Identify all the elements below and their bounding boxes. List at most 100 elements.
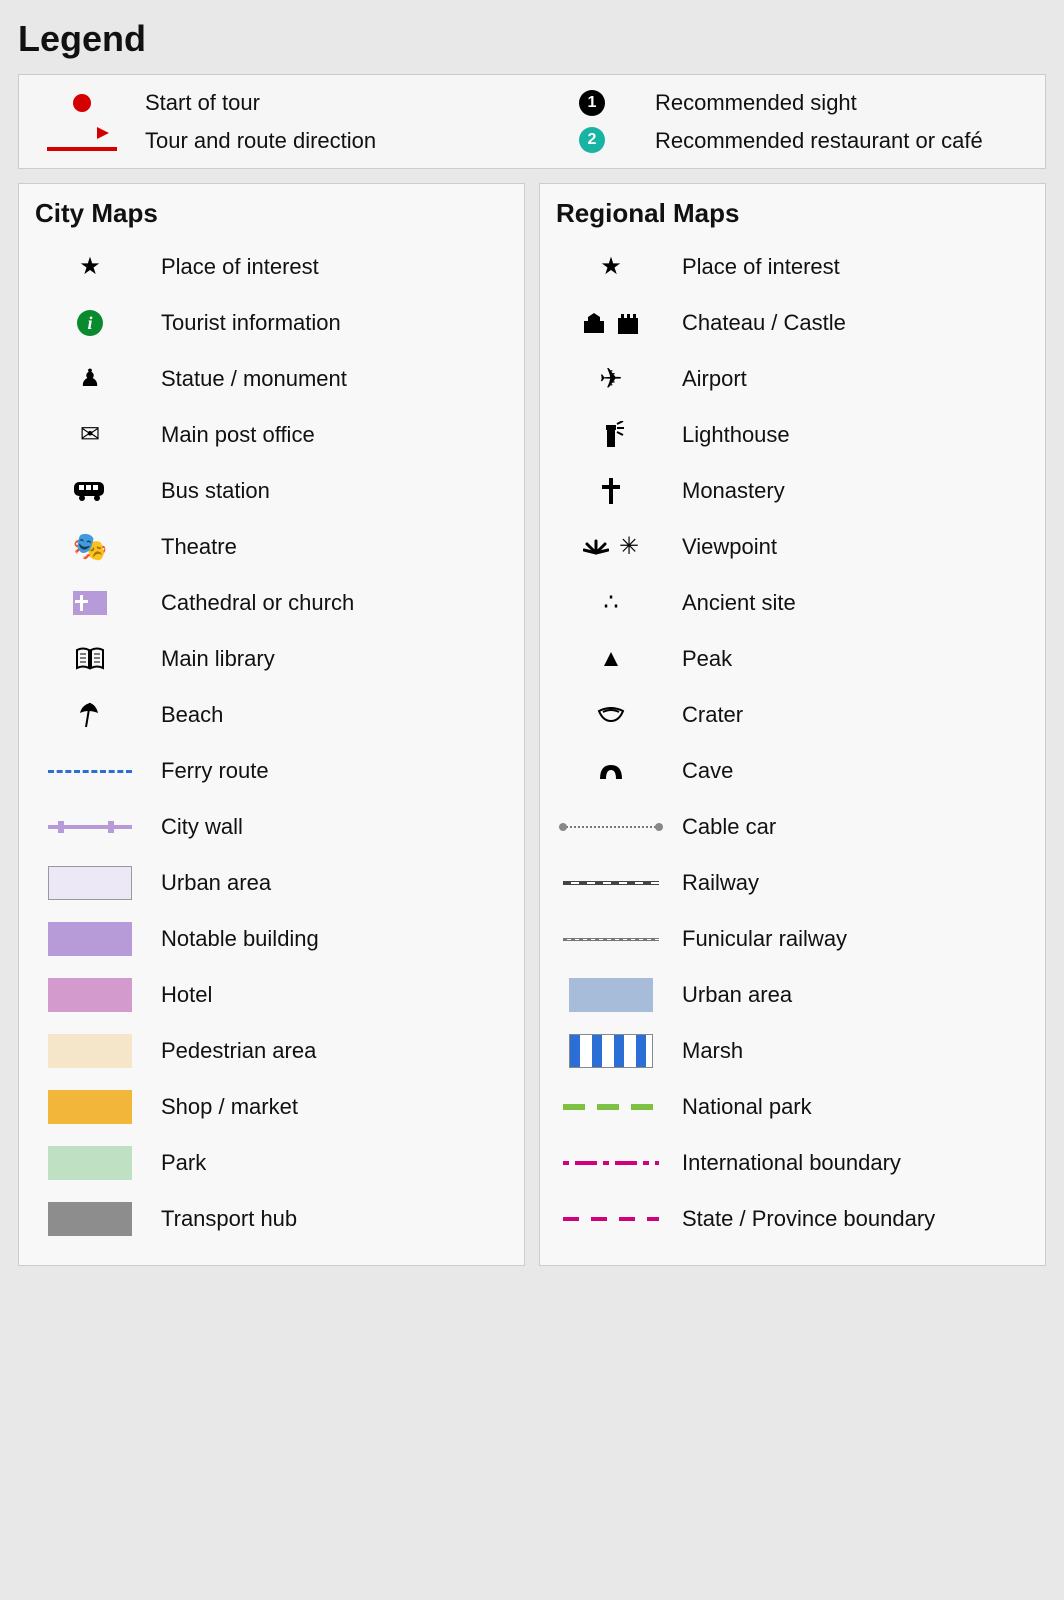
row-reg-marsh: Marsh [556, 1023, 1029, 1079]
label-ferry: Ferry route [161, 757, 269, 785]
ferry-line-icon [48, 770, 132, 773]
legend-row-sight: 1 Recommended sight [547, 89, 1027, 117]
label-urban: Urban area [161, 869, 271, 897]
label-reg-urban: Urban area [682, 981, 792, 1009]
urban-swatch [48, 866, 132, 900]
label-ped: Pedestrian area [161, 1037, 316, 1065]
start-dot-icon [73, 94, 91, 112]
row-reg-poi: ★ Place of interest [556, 239, 1029, 295]
label-post: Main post office [161, 421, 315, 449]
row-reg-railway: Railway [556, 855, 1029, 911]
label-bus: Bus station [161, 477, 270, 505]
cablecar-line-icon [563, 826, 659, 828]
label-statue: Statue / monument [161, 365, 347, 393]
label-ancient: Ancient site [682, 589, 796, 617]
marsh-swatch [569, 1034, 653, 1068]
regional-maps-panel: Regional Maps ★ Place of interest Chatea… [539, 183, 1046, 1266]
row-city-ped: Pedestrian area [35, 1023, 508, 1079]
theatre-icon: 🎭 [73, 533, 108, 561]
bus-icon [73, 480, 107, 502]
label-funicular: Funicular railway [682, 925, 847, 953]
label-church: Cathedral or church [161, 589, 354, 617]
start-label: Start of tour [145, 89, 260, 117]
label-reg-poi: Place of interest [682, 253, 840, 281]
resto-label: Recommended restaurant or café [655, 127, 983, 155]
statue-icon: ♟ [79, 367, 101, 391]
route-arrow-icon [47, 129, 117, 151]
row-city-notable: Notable building [35, 911, 508, 967]
ped-swatch [48, 1034, 132, 1068]
label-state: State / Province boundary [682, 1205, 935, 1233]
label-natpark: National park [682, 1093, 812, 1121]
star-icon: ★ [79, 255, 101, 279]
label-peak: Peak [682, 645, 732, 673]
hotel-swatch [48, 978, 132, 1012]
row-city-statue: ♟ Statue / monument [35, 351, 508, 407]
label-airport: Airport [682, 365, 747, 393]
library-icon [75, 647, 105, 671]
label-beach: Beach [161, 701, 223, 729]
city-maps-title: City Maps [35, 198, 508, 229]
label-monastery: Monastery [682, 477, 785, 505]
notable-swatch [48, 922, 132, 956]
funicular-line-icon [563, 938, 659, 941]
row-city-wall: City wall [35, 799, 508, 855]
row-reg-castle: Chateau / Castle [556, 295, 1029, 351]
label-library: Main library [161, 645, 275, 673]
row-city-beach: Beach [35, 687, 508, 743]
legend-title: Legend [18, 18, 1046, 60]
row-city-poi: ★ Place of interest [35, 239, 508, 295]
row-reg-peak: ▲ Peak [556, 631, 1029, 687]
sight-number-icon: 1 [579, 90, 605, 116]
shop-swatch [48, 1090, 132, 1124]
row-reg-crater: Crater [556, 687, 1029, 743]
row-city-bus: Bus station [35, 463, 508, 519]
park-swatch [48, 1146, 132, 1180]
star-icon: ★ [600, 255, 622, 279]
row-reg-monastery: Monastery [556, 463, 1029, 519]
resto-number-icon: 2 [579, 127, 605, 153]
row-city-church: Cathedral or church [35, 575, 508, 631]
label-tinfo: Tourist information [161, 309, 341, 337]
cross-icon [602, 478, 620, 504]
row-reg-lighthouse: Lighthouse [556, 407, 1029, 463]
label-park: Park [161, 1149, 206, 1177]
label-poi: Place of interest [161, 253, 319, 281]
row-reg-cablecar: Cable car [556, 799, 1029, 855]
post-icon: ✉ [80, 423, 100, 447]
row-reg-airport: ✈ Airport [556, 351, 1029, 407]
row-reg-cave: Cave [556, 743, 1029, 799]
church-icon [73, 591, 107, 615]
row-city-shop: Shop / market [35, 1079, 508, 1135]
castle-icon [616, 312, 640, 334]
label-cablecar: Cable car [682, 813, 776, 841]
cave-icon [598, 761, 624, 781]
label-viewpoint: Viewpoint [682, 533, 777, 561]
row-reg-viewpoint: ✳ Viewpoint [556, 519, 1029, 575]
legend-row-route: Tour and route direction [37, 127, 517, 155]
city-maps-panel: City Maps ★ Place of interest i Tourist … [18, 183, 525, 1266]
label-hotel: Hotel [161, 981, 212, 1009]
peak-icon: ▲ [599, 647, 623, 671]
airport-icon: ✈ [599, 365, 622, 393]
crater-icon [597, 707, 625, 723]
row-reg-state: State / Province boundary [556, 1191, 1029, 1247]
beach-icon [78, 701, 102, 729]
ancient-icon: ∴ [603, 591, 618, 615]
row-city-theatre: 🎭 Theatre [35, 519, 508, 575]
legend-row-resto: 2 Recommended restaurant or café [547, 127, 1027, 155]
row-city-hotel: Hotel [35, 967, 508, 1023]
label-wall: City wall [161, 813, 243, 841]
label-castle: Chateau / Castle [682, 309, 846, 337]
row-reg-funicular: Funicular railway [556, 911, 1029, 967]
transport-swatch [48, 1202, 132, 1236]
urban-regional-swatch [569, 978, 653, 1012]
label-notable: Notable building [161, 925, 319, 953]
row-city-tinfo: i Tourist information [35, 295, 508, 351]
row-city-urban: Urban area [35, 855, 508, 911]
viewpoint-full-icon: ✳ [619, 535, 639, 559]
row-reg-ancient: ∴ Ancient site [556, 575, 1029, 631]
label-crater: Crater [682, 701, 743, 729]
natpark-line-icon [563, 1104, 659, 1110]
row-city-transport: Transport hub [35, 1191, 508, 1247]
